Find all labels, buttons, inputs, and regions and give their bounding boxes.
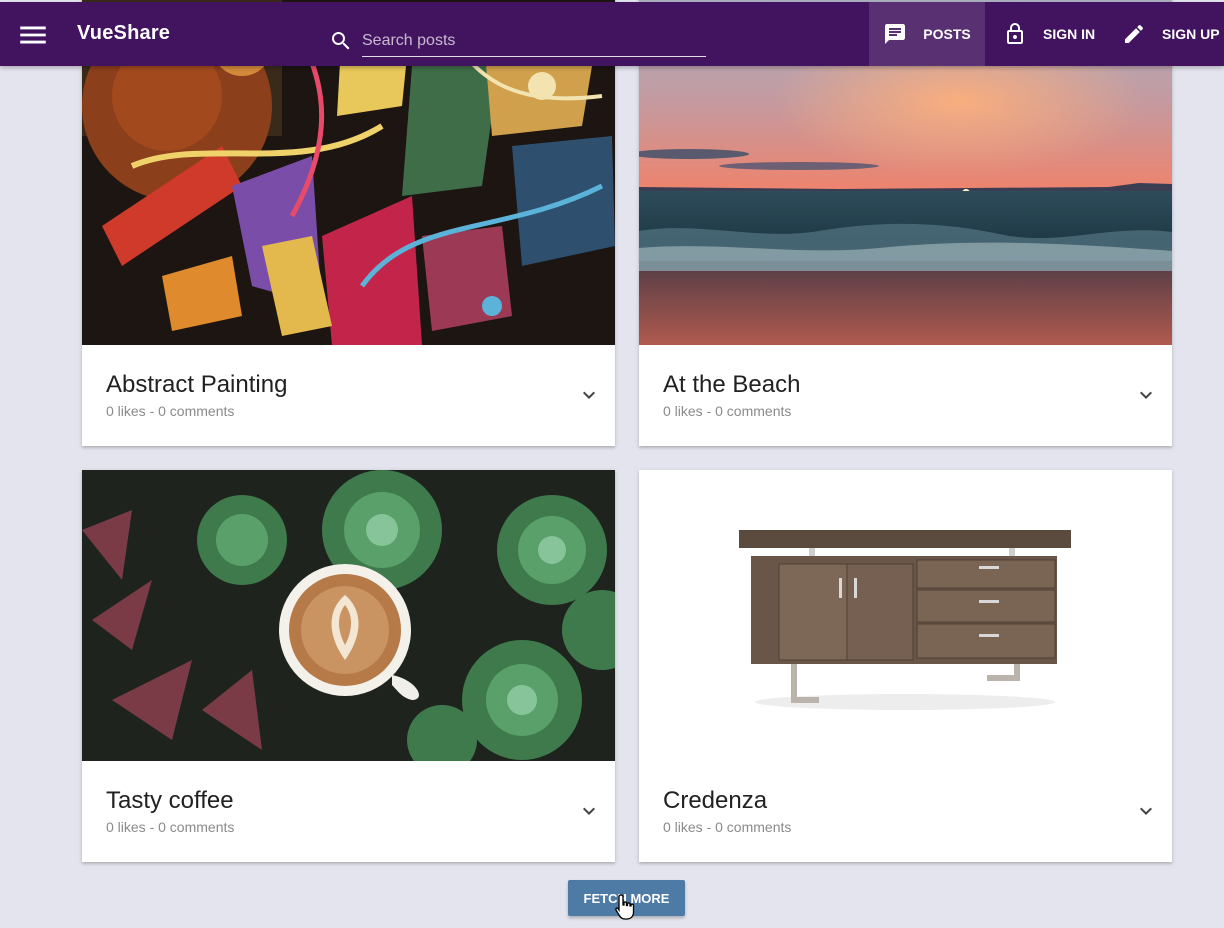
search-input[interactable]: [362, 26, 706, 57]
post-card: Credenza 0 likes - 0 comments: [639, 470, 1172, 862]
nav-posts-button[interactable]: POSTS: [869, 2, 985, 66]
nav-signup-label: SIGN UP: [1162, 26, 1220, 42]
post-meta: 0 likes - 0 comments: [663, 403, 792, 419]
app-toolbar: VueShare POSTS SIGN IN SIGN UP: [0, 2, 1224, 66]
menu-icon[interactable]: [16, 18, 50, 52]
nav-signin-label: SIGN IN: [1043, 26, 1096, 42]
post-card: Tasty coffee 0 likes - 0 comments: [82, 470, 615, 862]
nav-signup-button[interactable]: SIGN UP: [1122, 2, 1220, 66]
post-title[interactable]: Tasty coffee: [106, 787, 234, 815]
post-image[interactable]: [639, 470, 1172, 761]
chevron-down-icon[interactable]: [577, 799, 601, 823]
post-image[interactable]: [82, 470, 615, 761]
post-info: At the Beach 0 likes - 0 comments: [639, 345, 1172, 446]
search-icon: [329, 29, 353, 53]
post-info: Tasty coffee 0 likes - 0 comments: [82, 761, 615, 862]
post-info: Abstract Painting 0 likes - 0 comments: [82, 345, 615, 446]
post-card: At the Beach 0 likes - 0 comments: [639, 0, 1172, 446]
chevron-down-icon[interactable]: [577, 383, 601, 407]
lock-icon: [1007, 23, 1023, 44]
post-meta: 0 likes - 0 comments: [106, 403, 235, 419]
pencil-icon: [1125, 24, 1144, 43]
post-card: Abstract Painting 0 likes - 0 comments: [82, 0, 615, 446]
chevron-down-icon[interactable]: [1134, 383, 1158, 407]
chevron-down-icon[interactable]: [1134, 799, 1158, 823]
post-meta: 0 likes - 0 comments: [663, 819, 792, 835]
nav-posts-label: POSTS: [923, 26, 971, 42]
search-bar: [326, 26, 708, 58]
fetch-more-button[interactable]: FETCH MORE: [568, 880, 685, 916]
post-info: Credenza 0 likes - 0 comments: [639, 761, 1172, 862]
nav-signin-button[interactable]: SIGN IN: [1003, 2, 1095, 66]
message-icon: [885, 24, 906, 44]
post-title[interactable]: At the Beach: [663, 371, 800, 399]
post-title[interactable]: Credenza: [663, 787, 767, 815]
post-title[interactable]: Abstract Painting: [106, 371, 287, 399]
post-meta: 0 likes - 0 comments: [106, 819, 235, 835]
app-title[interactable]: VueShare: [77, 22, 170, 45]
